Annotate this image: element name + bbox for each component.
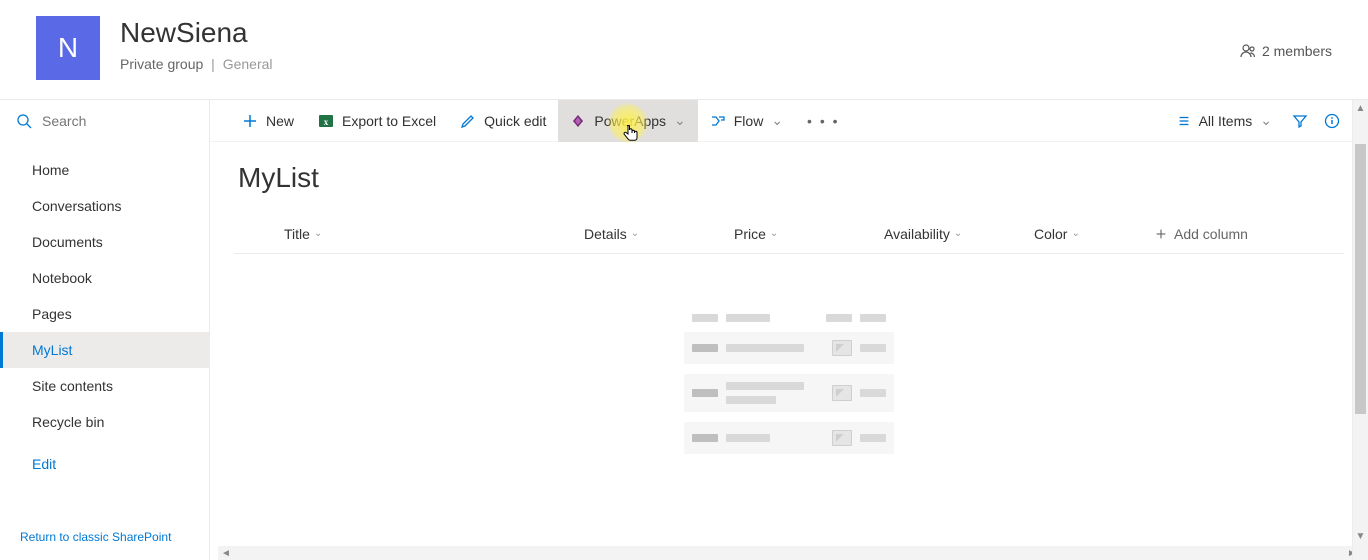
new-label: New (266, 113, 294, 129)
horizontal-scrollbar[interactable]: ◄ ► (218, 546, 1360, 560)
column-details[interactable]: Details ⌄ (584, 226, 734, 242)
column-title[interactable]: Title ⌄ (284, 226, 584, 242)
powerapps-label: PowerApps (594, 113, 666, 129)
content-pane: New x Export to Excel Quick edit PowerAp… (210, 100, 1368, 560)
filter-button[interactable] (1284, 100, 1316, 142)
list-title: MyList (234, 162, 1344, 194)
nav-edit-link[interactable]: Edit (0, 440, 209, 482)
chevron-down-icon: ⌄ (1071, 228, 1079, 239)
scroll-left-icon[interactable]: ◄ (218, 546, 234, 560)
site-meta: NewSiena Private group | General (120, 16, 1240, 72)
export-excel-button[interactable]: x Export to Excel (306, 100, 448, 142)
site-header: N NewSiena Private group | General 2 mem… (0, 0, 1368, 100)
chevron-down-icon: ⌄ (771, 112, 783, 129)
nav-list: Home Conversations Documents Notebook Pa… (0, 142, 209, 522)
flow-icon (710, 113, 726, 129)
return-classic-link[interactable]: Return to classic SharePoint (0, 522, 209, 560)
members-button[interactable]: 2 members (1240, 43, 1332, 59)
search-icon (16, 113, 32, 129)
plus-icon (242, 113, 258, 129)
chevron-down-icon: ⌄ (314, 228, 322, 239)
site-subtitle: Private group | General (120, 56, 1240, 72)
nav-item-recycle-bin[interactable]: Recycle bin (0, 404, 209, 440)
ellipsis-icon: • • • (807, 113, 839, 129)
column-price[interactable]: Price ⌄ (734, 226, 884, 242)
quickedit-label: Quick edit (484, 113, 546, 129)
more-button[interactable]: • • • (795, 100, 851, 142)
separator: | (211, 56, 215, 72)
site-visibility: General (223, 56, 273, 72)
funnel-icon (1292, 113, 1308, 129)
column-header-row: Title ⌄ Details ⌄ Price ⌄ Availability ⌄… (234, 214, 1344, 254)
quick-edit-button[interactable]: Quick edit (448, 100, 558, 142)
column-price-label: Price (734, 226, 766, 242)
list-icon (1177, 114, 1191, 128)
svg-text:x: x (324, 117, 329, 127)
site-title[interactable]: NewSiena (120, 16, 1240, 50)
column-details-label: Details (584, 226, 627, 242)
scroll-thumb[interactable] (1355, 144, 1366, 414)
info-button[interactable] (1316, 100, 1348, 142)
plus-icon (1154, 227, 1168, 241)
site-privacy: Private group (120, 56, 203, 72)
export-label: Export to Excel (342, 113, 436, 129)
nav-item-documents[interactable]: Documents (0, 224, 209, 260)
chevron-down-icon: ⌄ (674, 112, 686, 129)
nav-item-pages[interactable]: Pages (0, 296, 209, 332)
nav-item-mylist[interactable]: MyList (0, 332, 209, 368)
members-icon (1240, 43, 1256, 59)
left-nav: Home Conversations Documents Notebook Pa… (0, 100, 210, 560)
chevron-down-icon: ⌄ (631, 228, 639, 239)
column-color-label: Color (1034, 226, 1067, 242)
members-label: 2 members (1262, 43, 1332, 59)
chevron-down-icon: ⌄ (1260, 112, 1272, 129)
column-availability-label: Availability (884, 226, 950, 242)
search-box[interactable] (0, 100, 209, 142)
powerapps-icon (570, 113, 586, 129)
column-title-label: Title (284, 226, 310, 242)
chevron-down-icon: ⌄ (770, 228, 778, 239)
excel-icon: x (318, 113, 334, 129)
vertical-scrollbar[interactable]: ▲ ▼ (1352, 100, 1368, 560)
nav-item-conversations[interactable]: Conversations (0, 188, 209, 224)
allitems-label: All Items (1199, 113, 1253, 129)
powerapps-button[interactable]: PowerApps ⌄ (558, 100, 697, 142)
info-icon (1324, 113, 1340, 129)
flow-label: Flow (734, 113, 764, 129)
empty-state-illustration (684, 314, 894, 454)
nav-item-home[interactable]: Home (0, 152, 209, 188)
site-avatar[interactable]: N (36, 16, 100, 80)
column-availability[interactable]: Availability ⌄ (884, 226, 1034, 242)
column-color[interactable]: Color ⌄ (1034, 226, 1154, 242)
command-bar: New x Export to Excel Quick edit PowerAp… (210, 100, 1368, 142)
chevron-down-icon: ⌄ (954, 228, 962, 239)
scroll-down-icon[interactable]: ▼ (1353, 528, 1368, 544)
flow-button[interactable]: Flow ⌄ (698, 100, 795, 142)
pencil-icon (460, 113, 476, 129)
nav-item-notebook[interactable]: Notebook (0, 260, 209, 296)
new-button[interactable]: New (230, 100, 306, 142)
add-column-label: Add column (1174, 226, 1248, 242)
add-column-button[interactable]: Add column (1154, 226, 1274, 242)
scroll-up-icon[interactable]: ▲ (1353, 100, 1368, 116)
search-input[interactable] (42, 113, 193, 129)
nav-item-site-contents[interactable]: Site contents (0, 368, 209, 404)
list-area: MyList Title ⌄ Details ⌄ Price ⌄ Availab… (210, 142, 1368, 560)
view-selector[interactable]: All Items ⌄ (1165, 100, 1284, 142)
